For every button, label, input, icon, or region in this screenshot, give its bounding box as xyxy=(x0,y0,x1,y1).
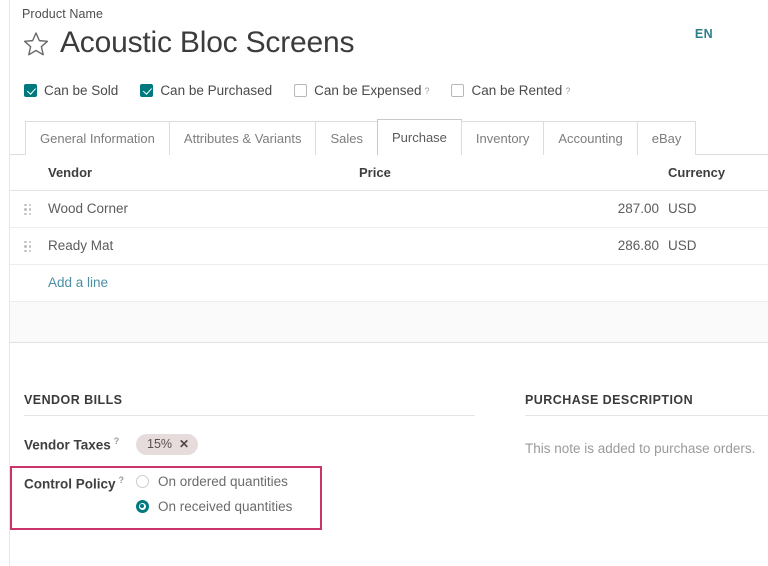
form-header: Product Name Acoustic Bloc Screens xyxy=(22,6,748,62)
drag-handle-icon[interactable] xyxy=(24,241,31,253)
checkbox-unchecked-icon[interactable] xyxy=(294,84,307,97)
radio-selected-icon[interactable] xyxy=(136,500,149,513)
page-title: Acoustic Bloc Screens xyxy=(60,24,354,62)
label-text: Vendor Taxes xyxy=(24,438,111,453)
notebook-tabs: General Information Attributes & Variant… xyxy=(10,120,768,155)
tab-sales[interactable]: Sales xyxy=(315,121,378,155)
tag-badge[interactable]: 15% ✕ xyxy=(136,434,198,455)
tag-label: 15% xyxy=(147,437,172,451)
language-badge[interactable]: EN xyxy=(695,27,713,41)
cell-price[interactable]: 287.00 xyxy=(359,191,668,228)
checkbox-can-be-sold[interactable]: Can be Sold xyxy=(24,83,118,98)
tab-attributes-variants[interactable]: Attributes & Variants xyxy=(169,121,317,155)
add-line-row[interactable]: Add a line xyxy=(10,265,768,302)
table-footer-band xyxy=(10,302,768,343)
help-icon[interactable]: ? xyxy=(565,86,570,96)
tab-inventory[interactable]: Inventory xyxy=(461,121,544,155)
cell-currency[interactable]: USD xyxy=(668,191,768,228)
vendor-bills-group: VENDOR BILLS Vendor Taxes? 15% ✕ Control… xyxy=(10,355,513,514)
row-drag-handle[interactable] xyxy=(10,191,48,228)
section-divider xyxy=(525,415,768,416)
column-header-handle xyxy=(10,156,48,191)
control-policy-radio-group: On ordered quantities On received quanti… xyxy=(136,473,292,514)
row-drag-handle[interactable] xyxy=(10,228,48,265)
vendor-taxes-tag-list: 15% ✕ xyxy=(136,434,198,455)
cell-vendor[interactable]: Ready Mat xyxy=(48,228,359,265)
checkbox-can-be-purchased[interactable]: Can be Purchased xyxy=(140,83,272,98)
checkbox-label: Can be Sold xyxy=(44,83,118,98)
help-icon[interactable]: ? xyxy=(119,475,125,485)
product-flags-row: Can be Sold Can be Purchased Can be Expe… xyxy=(24,83,592,98)
checkbox-unchecked-icon[interactable] xyxy=(451,84,464,97)
vendor-table: Vendor Price Currency Wood Corner 287.00… xyxy=(10,156,768,302)
purchase-description-group: PURCHASE DESCRIPTION This note is added … xyxy=(513,355,768,514)
section-title-purchase-description: PURCHASE DESCRIPTION xyxy=(525,393,768,415)
cell-price[interactable]: 286.80 xyxy=(359,228,668,265)
tab-ebay[interactable]: eBay xyxy=(637,121,697,155)
checkbox-can-be-expensed[interactable]: Can be Expensed ? xyxy=(294,83,429,98)
remove-tag-icon[interactable]: ✕ xyxy=(179,438,189,450)
field-control-policy: Control Policy? On ordered quantities On… xyxy=(24,473,513,514)
tab-general-information[interactable]: General Information xyxy=(25,121,170,155)
checkbox-label: Can be Rented xyxy=(471,83,562,98)
radio-on-received-quantities[interactable]: On received quantities xyxy=(136,499,292,514)
radio-label: On ordered quantities xyxy=(158,474,288,489)
cell-currency[interactable]: USD xyxy=(668,228,768,265)
purchase-description-input[interactable]: This note is added to purchase orders. xyxy=(525,440,768,458)
label-text: Control Policy xyxy=(24,477,116,492)
column-header-vendor[interactable]: Vendor xyxy=(48,156,359,191)
add-a-line-link[interactable]: Add a line xyxy=(48,275,108,290)
table-header-row: Vendor Price Currency xyxy=(10,156,768,191)
radio-on-ordered-quantities[interactable]: On ordered quantities xyxy=(136,474,292,489)
vendor-pricelist-table: Vendor Price Currency Wood Corner 287.00… xyxy=(10,156,768,343)
add-line-cell[interactable]: Add a line xyxy=(48,265,768,302)
checkbox-checked-icon[interactable] xyxy=(24,84,37,97)
radio-label: On received quantities xyxy=(158,499,292,514)
column-header-currency[interactable]: Currency xyxy=(668,156,768,191)
drag-handle-icon[interactable] xyxy=(24,204,31,216)
cell-vendor[interactable]: Wood Corner xyxy=(48,191,359,228)
help-icon[interactable]: ? xyxy=(424,86,429,96)
star-outline-icon[interactable] xyxy=(22,30,50,58)
vendor-taxes-label: Vendor Taxes? xyxy=(24,434,136,453)
field-vendor-taxes: Vendor Taxes? 15% ✕ xyxy=(24,434,513,455)
tab-accounting[interactable]: Accounting xyxy=(543,121,637,155)
help-icon[interactable]: ? xyxy=(114,436,120,446)
table-row[interactable]: Wood Corner 287.00 USD xyxy=(10,191,768,228)
section-divider xyxy=(24,415,475,416)
checkbox-can-be-rented[interactable]: Can be Rented ? xyxy=(451,83,570,98)
control-policy-label: Control Policy? xyxy=(24,473,136,492)
checkbox-label: Can be Purchased xyxy=(160,83,272,98)
title-row: Acoustic Bloc Screens xyxy=(22,24,748,62)
add-line-spacer xyxy=(10,265,48,302)
section-title-vendor-bills: VENDOR BILLS xyxy=(24,393,513,415)
product-name-label: Product Name xyxy=(22,6,748,22)
product-form-page: Product Name Acoustic Bloc Screens EN Ca… xyxy=(0,0,768,566)
radio-unselected-icon[interactable] xyxy=(136,475,149,488)
table-row[interactable]: Ready Mat 286.80 USD xyxy=(10,228,768,265)
checkbox-checked-icon[interactable] xyxy=(140,84,153,97)
column-header-price[interactable]: Price xyxy=(359,156,668,191)
checkbox-label: Can be Expensed xyxy=(314,83,421,98)
tab-purchase[interactable]: Purchase xyxy=(377,119,462,155)
settings-area: VENDOR BILLS Vendor Taxes? 15% ✕ Control… xyxy=(10,355,768,514)
